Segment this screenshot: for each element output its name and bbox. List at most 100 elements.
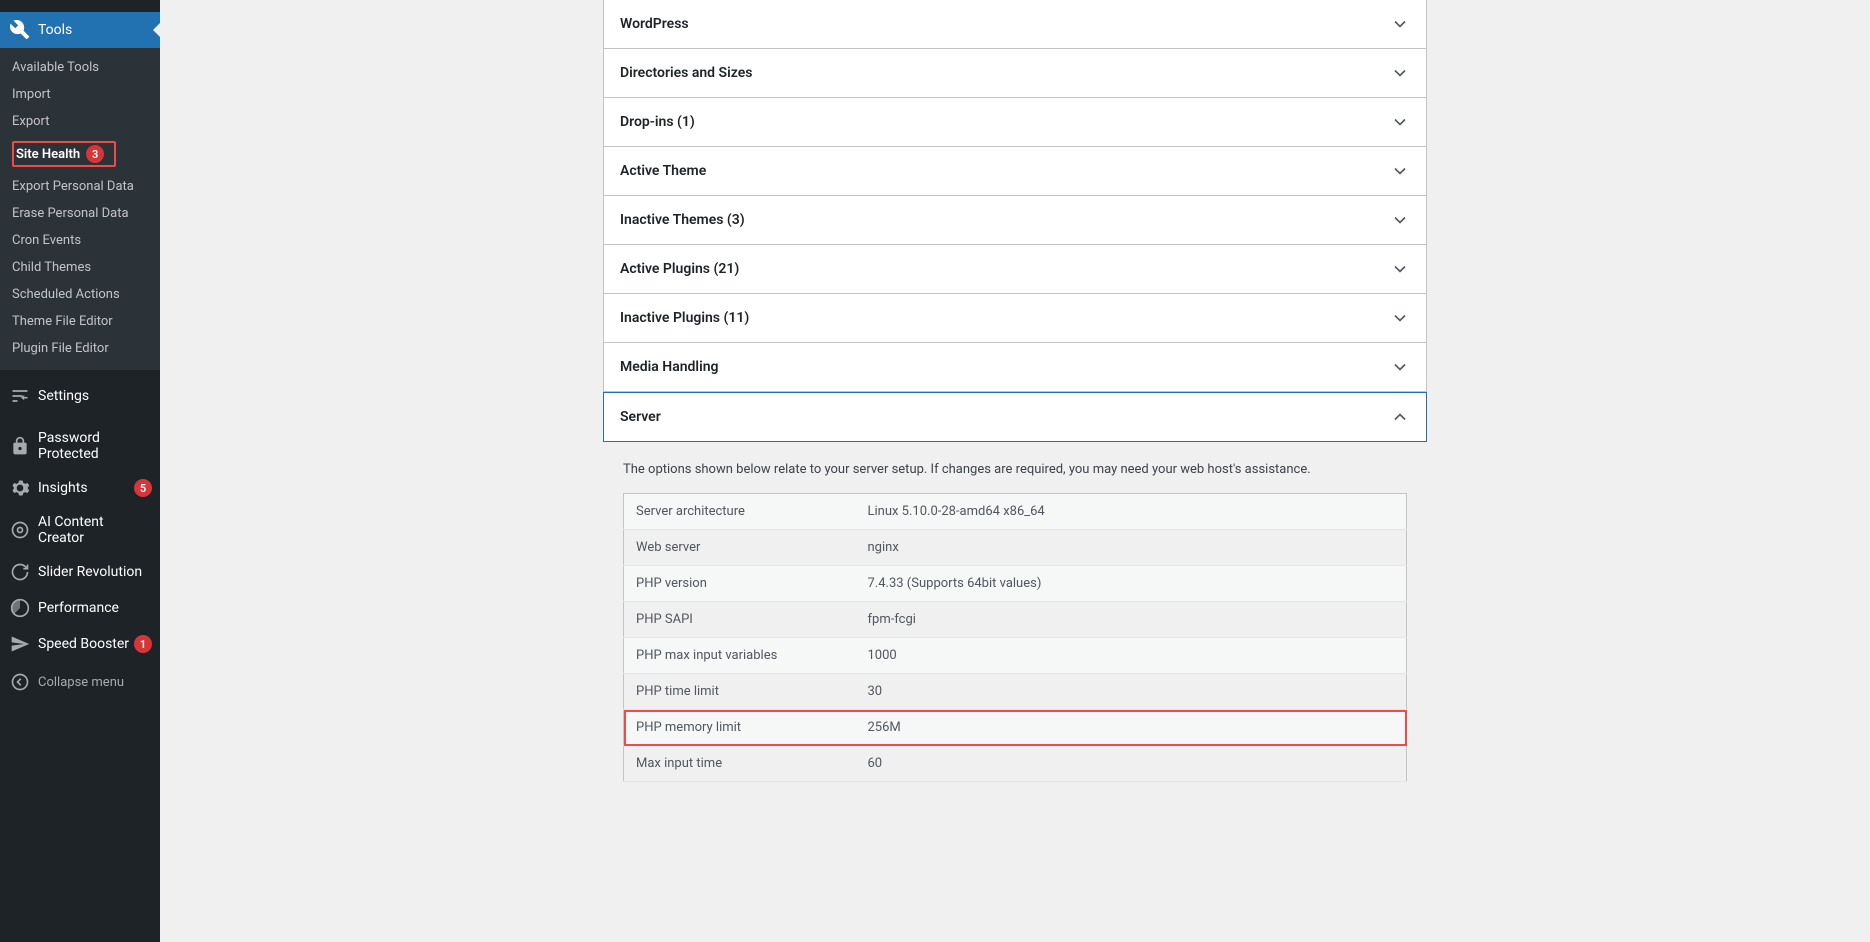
active-menu-pointer <box>153 22 161 38</box>
chevron-up-icon <box>1390 407 1410 427</box>
accordion-title: Directories and Sizes <box>620 65 752 81</box>
info-label: PHP max input variables <box>624 638 856 674</box>
accordion-media-handling[interactable]: Media Handling <box>603 343 1427 392</box>
info-value: Linux 5.10.0-28-amd64 x86_64 <box>856 494 1407 530</box>
gear-icon <box>10 478 30 498</box>
sidebar-item-settings[interactable]: Settings <box>0 378 160 414</box>
accordion-title: Active Plugins (21) <box>620 261 739 277</box>
badge-count: 5 <box>134 479 152 497</box>
submenu-site-health[interactable]: Site Health 3 <box>0 135 160 173</box>
table-row: PHP SAPIfpm-fcgi <box>624 602 1407 638</box>
info-label: Max input time <box>624 746 856 782</box>
accordion-title: WordPress <box>620 16 689 32</box>
accordion-server-body: The options shown below relate to your s… <box>603 442 1427 806</box>
sidebar-item-tools[interactable]: Tools <box>0 12 160 48</box>
accordion-active-theme[interactable]: Active Theme <box>603 147 1427 196</box>
annotation-highlight: Site Health 3 <box>12 141 116 167</box>
submenu-plugin-file-editor[interactable]: Plugin File Editor <box>0 335 160 362</box>
sidebar-item-label: Speed Booster <box>38 636 130 652</box>
paper-plane-icon <box>10 634 30 654</box>
chevron-down-icon <box>1390 308 1410 328</box>
accordion-directories-sizes[interactable]: Directories and Sizes <box>603 49 1427 98</box>
submenu-import[interactable]: Import <box>0 81 160 108</box>
performance-icon <box>10 598 30 618</box>
accordion-title: Media Handling <box>620 359 719 375</box>
sidebar-item-password-protected[interactable]: Password Protected <box>0 422 160 470</box>
info-label: PHP time limit <box>624 674 856 710</box>
accordion-inactive-themes[interactable]: Inactive Themes (3) <box>603 196 1427 245</box>
submenu-scheduled-actions[interactable]: Scheduled Actions <box>0 281 160 308</box>
table-row: Server architectureLinux 5.10.0-28-amd64… <box>624 494 1407 530</box>
info-label: PHP SAPI <box>624 602 856 638</box>
submenu-child-themes[interactable]: Child Themes <box>0 254 160 281</box>
info-value: 30 <box>856 674 1407 710</box>
sliders-icon <box>10 386 30 406</box>
accordion-drop-ins[interactable]: Drop-ins (1) <box>603 98 1427 147</box>
sidebar-item-ai-content-creator[interactable]: AI Content Creator <box>0 506 160 554</box>
chevron-down-icon <box>1390 161 1410 181</box>
accordion-title: Inactive Plugins (11) <box>620 310 749 326</box>
info-value: 1000 <box>856 638 1407 674</box>
server-description: The options shown below relate to your s… <box>603 462 1427 493</box>
sidebar-item-label: Insights <box>38 480 130 496</box>
accordion-title: Server <box>620 409 661 425</box>
submenu-theme-file-editor[interactable]: Theme File Editor <box>0 308 160 335</box>
sidebar-item-label: Performance <box>38 600 152 616</box>
lock-icon <box>10 436 30 456</box>
sidebar-item-speed-booster[interactable]: Speed Booster 1 <box>0 626 160 662</box>
sidebar-item-label: Slider Revolution <box>38 564 152 580</box>
sidebar-item-label: Tools <box>38 22 152 38</box>
admin-sidebar: Tools Available Tools Import Export Site… <box>0 0 160 942</box>
table-row: PHP time limit30 <box>624 674 1407 710</box>
info-label: Server architecture <box>624 494 856 530</box>
badge-count: 1 <box>134 635 152 653</box>
collapse-menu-label: Collapse menu <box>38 675 124 690</box>
submenu-available-tools[interactable]: Available Tools <box>0 54 160 81</box>
accordion-server: Server <box>603 392 1427 442</box>
chevron-down-icon <box>1390 14 1410 34</box>
submenu-erase-personal-data[interactable]: Erase Personal Data <box>0 200 160 227</box>
accordion-active-plugins[interactable]: Active Plugins (21) <box>603 245 1427 294</box>
table-row-php-memory-limit: PHP memory limit256M <box>624 710 1407 746</box>
sidebar-item-slider-revolution[interactable]: Slider Revolution <box>0 554 160 590</box>
chevron-down-icon <box>1390 210 1410 230</box>
info-value: 60 <box>856 746 1407 782</box>
main-content: WordPress Directories and Sizes Drop-ins… <box>160 0 1870 942</box>
info-label: Web server <box>624 530 856 566</box>
sidebar-item-label: Password Protected <box>38 430 152 462</box>
table-row: Max input time60 <box>624 746 1407 782</box>
table-row: Web servernginx <box>624 530 1407 566</box>
sidebar-item-performance[interactable]: Performance <box>0 590 160 626</box>
table-row: PHP max input variables1000 <box>624 638 1407 674</box>
server-info-table: Server architectureLinux 5.10.0-28-amd64… <box>623 493 1407 782</box>
chevron-down-icon <box>1390 357 1410 377</box>
tools-submenu: Available Tools Import Export Site Healt… <box>0 48 160 370</box>
accordion-title: Inactive Themes (3) <box>620 212 745 228</box>
submenu-cron-events[interactable]: Cron Events <box>0 227 160 254</box>
collapse-icon <box>10 672 30 692</box>
sidebar-item-label: Settings <box>38 388 152 404</box>
submenu-export[interactable]: Export <box>0 108 160 135</box>
sidebar-item-insights[interactable]: Insights 5 <box>0 470 160 506</box>
badge-count: 3 <box>86 145 104 163</box>
collapse-menu-button[interactable]: Collapse menu <box>0 662 160 702</box>
wrench-icon <box>10 20 30 40</box>
accordion-title: Drop-ins (1) <box>620 114 695 130</box>
accordion-wordpress[interactable]: WordPress <box>603 0 1427 49</box>
table-row: PHP version7.4.33 (Supports 64bit values… <box>624 566 1407 602</box>
sidebar-item-label: Site Health <box>16 147 80 162</box>
site-health-info-panel: WordPress Directories and Sizes Drop-ins… <box>603 0 1427 806</box>
info-value: fpm-fcgi <box>856 602 1407 638</box>
submenu-export-personal-data[interactable]: Export Personal Data <box>0 173 160 200</box>
chevron-down-icon <box>1390 259 1410 279</box>
info-value: nginx <box>856 530 1407 566</box>
sidebar-item-label: AI Content Creator <box>38 514 152 546</box>
accordion-inactive-plugins[interactable]: Inactive Plugins (11) <box>603 294 1427 343</box>
accordion-server-header[interactable]: Server <box>604 393 1426 441</box>
info-label: PHP version <box>624 566 856 602</box>
accordion-title: Active Theme <box>620 163 706 179</box>
info-value: 256M <box>856 710 1407 746</box>
target-icon <box>10 520 30 540</box>
chevron-down-icon <box>1390 112 1410 132</box>
info-value: 7.4.33 (Supports 64bit values) <box>856 566 1407 602</box>
